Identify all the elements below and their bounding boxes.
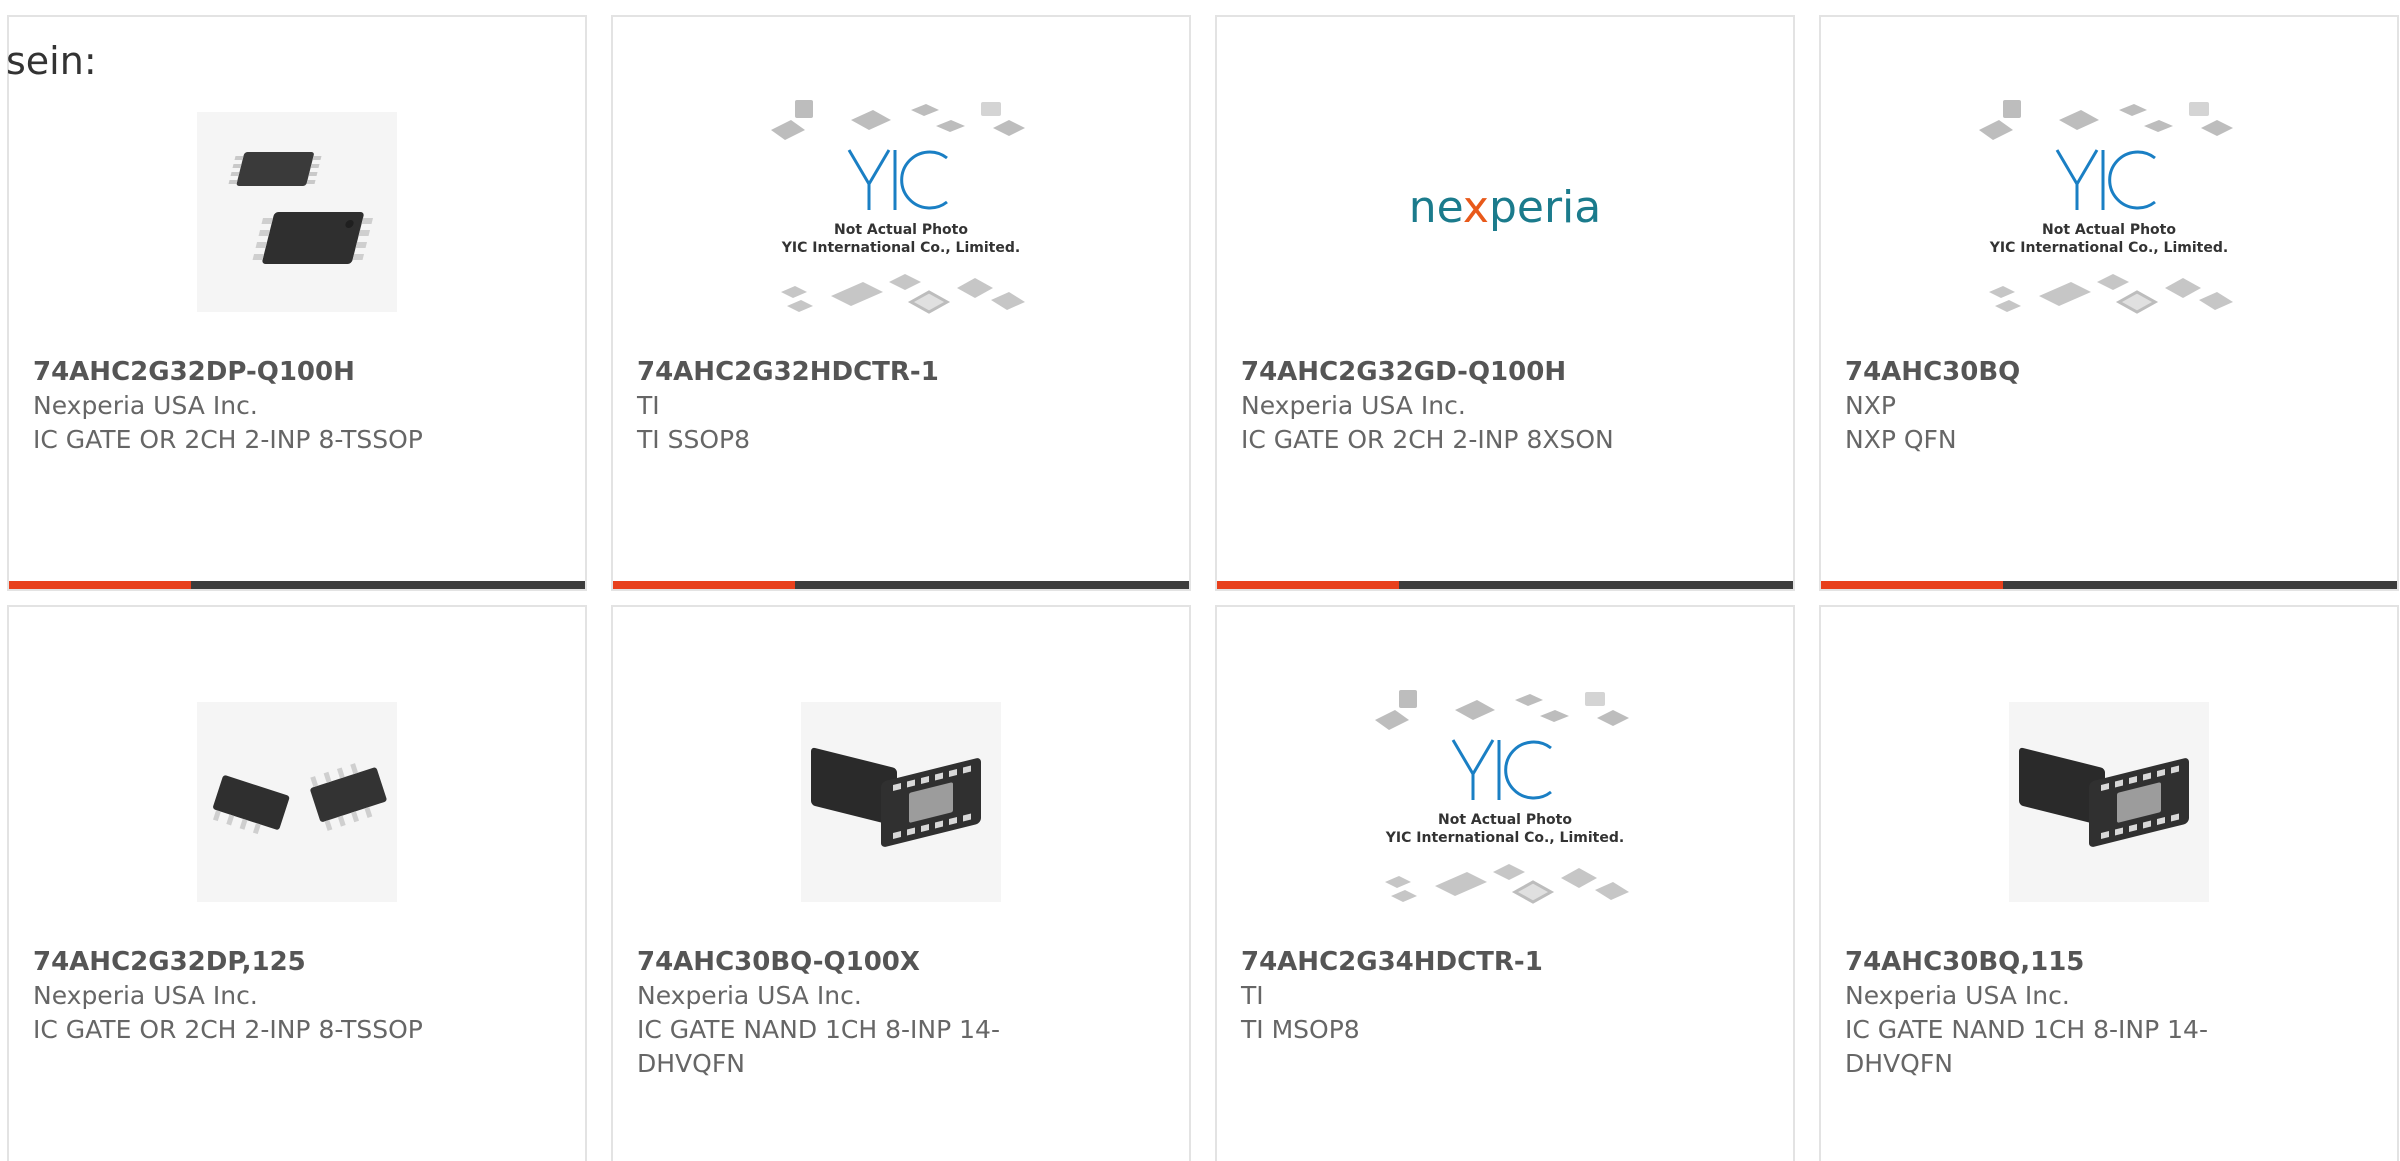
description: NXP QFN bbox=[1845, 425, 1957, 454]
tssop-8-chip-icon bbox=[197, 112, 397, 312]
dhvqfn-14-chip-icon bbox=[2009, 702, 2209, 902]
manufacturer: Nexperia USA Inc. bbox=[33, 981, 258, 1010]
manufacturer: Nexperia USA Inc. bbox=[33, 391, 258, 420]
product-card[interactable]: Not Actual Photo YIC International Co., … bbox=[1819, 15, 2399, 591]
card-bar-accent bbox=[1217, 581, 1399, 589]
manufacturer: Nexperia USA Inc. bbox=[1845, 981, 2070, 1010]
card-bar-accent bbox=[613, 581, 795, 589]
product-card[interactable]: 74AHC2G32DP,125 Nexperia USA Inc. IC GAT… bbox=[7, 605, 587, 1161]
product-image[interactable]: Not Actual Photo YIC International Co., … bbox=[1821, 67, 2397, 357]
not-actual-photo-text: Not Actual Photo bbox=[1438, 812, 1572, 828]
part-number-link[interactable]: 74AHC30BQ bbox=[1845, 355, 2373, 389]
product-image[interactable]: Not Actual Photo YIC International Co., … bbox=[1217, 657, 1793, 947]
card-bar bbox=[9, 581, 585, 589]
tssop-8-chip-icon bbox=[197, 702, 397, 902]
product-card[interactable]: 74AHC30BQ,115 Nexperia USA Inc. IC GATE … bbox=[1819, 605, 2399, 1161]
product-card[interactable]: 74AHC2G32DP-Q100H Nexperia USA Inc. IC G… bbox=[7, 15, 587, 591]
manufacturer: TI bbox=[1241, 981, 1264, 1010]
not-actual-photo-text: Not Actual Photo bbox=[2042, 222, 2176, 238]
manufacturer: Nexperia USA Inc. bbox=[1241, 391, 1466, 420]
intro-text: sein: bbox=[6, 39, 97, 83]
description: IC GATE NAND 1CH 8-INP 14-DHVQFN bbox=[637, 1015, 1000, 1078]
nexperia-logo: nexperia bbox=[1409, 182, 1602, 233]
svg-text:nexperia: nexperia bbox=[1409, 182, 1602, 233]
card-bar-accent bbox=[1821, 581, 2003, 589]
description: IC GATE NAND 1CH 8-INP 14-DHVQFN bbox=[1845, 1015, 2208, 1078]
product-image[interactable] bbox=[613, 657, 1189, 947]
part-number-link[interactable]: 74AHC2G32HDCTR-1 bbox=[637, 355, 1165, 389]
part-number-link[interactable]: 74AHC30BQ-Q100X bbox=[637, 945, 1165, 979]
page: sein: 74AHC2G32DP-Q100H Nexperia USA Inc… bbox=[0, 0, 2400, 1161]
product-card[interactable]: Not Actual Photo YIC International Co., … bbox=[611, 15, 1191, 591]
part-number-link[interactable]: 74AHC2G32GD-Q100H bbox=[1241, 355, 1769, 389]
product-card[interactable]: 74AHC30BQ-Q100X Nexperia USA Inc. IC GAT… bbox=[611, 605, 1191, 1161]
dhvqfn-14-chip-icon bbox=[801, 702, 1001, 902]
yic-company-text: YIC International Co., Limited. bbox=[1989, 240, 2228, 256]
part-number-link[interactable]: 74AHC30BQ,115 bbox=[1845, 945, 2373, 979]
part-number-link[interactable]: 74AHC2G34HDCTR-1 bbox=[1241, 945, 1769, 979]
part-number-link[interactable]: 74AHC2G32DP-Q100H bbox=[33, 355, 561, 389]
product-image[interactable]: nexperia bbox=[1217, 67, 1793, 357]
yic-placeholder-icon: Not Actual Photo YIC International Co., … bbox=[1375, 690, 1629, 904]
part-number-link[interactable]: 74AHC2G32DP,125 bbox=[33, 945, 561, 979]
description: IC GATE OR 2CH 2-INP 8XSON bbox=[1241, 425, 1614, 454]
description: TI SSOP8 bbox=[637, 425, 750, 454]
yic-placeholder-icon: Not Actual Photo YIC International Co., … bbox=[1979, 100, 2233, 314]
product-image[interactable]: Not Actual Photo YIC International Co., … bbox=[613, 67, 1189, 357]
manufacturer: TI bbox=[637, 391, 660, 420]
card-bar bbox=[1217, 581, 1793, 589]
yic-company-text: YIC International Co., Limited. bbox=[781, 240, 1020, 256]
yic-placeholder-icon: Not Actual Photo YIC International Co., … bbox=[771, 100, 1025, 314]
yic-company-text: YIC International Co., Limited. bbox=[1385, 830, 1624, 846]
product-image[interactable] bbox=[9, 657, 585, 947]
description: TI MSOP8 bbox=[1241, 1015, 1360, 1044]
product-card[interactable]: nexperia 74AHC2G32GD-Q100H Nexperia USA … bbox=[1215, 15, 1795, 591]
card-bar-accent bbox=[9, 581, 191, 589]
card-bar bbox=[613, 581, 1189, 589]
card-bar bbox=[1821, 581, 2397, 589]
not-actual-photo-text: Not Actual Photo bbox=[834, 222, 968, 238]
product-image[interactable] bbox=[1821, 657, 2397, 947]
product-grid: 74AHC2G32DP-Q100H Nexperia USA Inc. IC G… bbox=[7, 15, 2399, 1161]
description: IC GATE OR 2CH 2-INP 8-TSSOP bbox=[33, 425, 423, 454]
product-image[interactable] bbox=[9, 67, 585, 357]
manufacturer: NXP bbox=[1845, 391, 1896, 420]
product-card[interactable]: Not Actual Photo YIC International Co., … bbox=[1215, 605, 1795, 1161]
description: IC GATE OR 2CH 2-INP 8-TSSOP bbox=[33, 1015, 423, 1044]
manufacturer: Nexperia USA Inc. bbox=[637, 981, 862, 1010]
